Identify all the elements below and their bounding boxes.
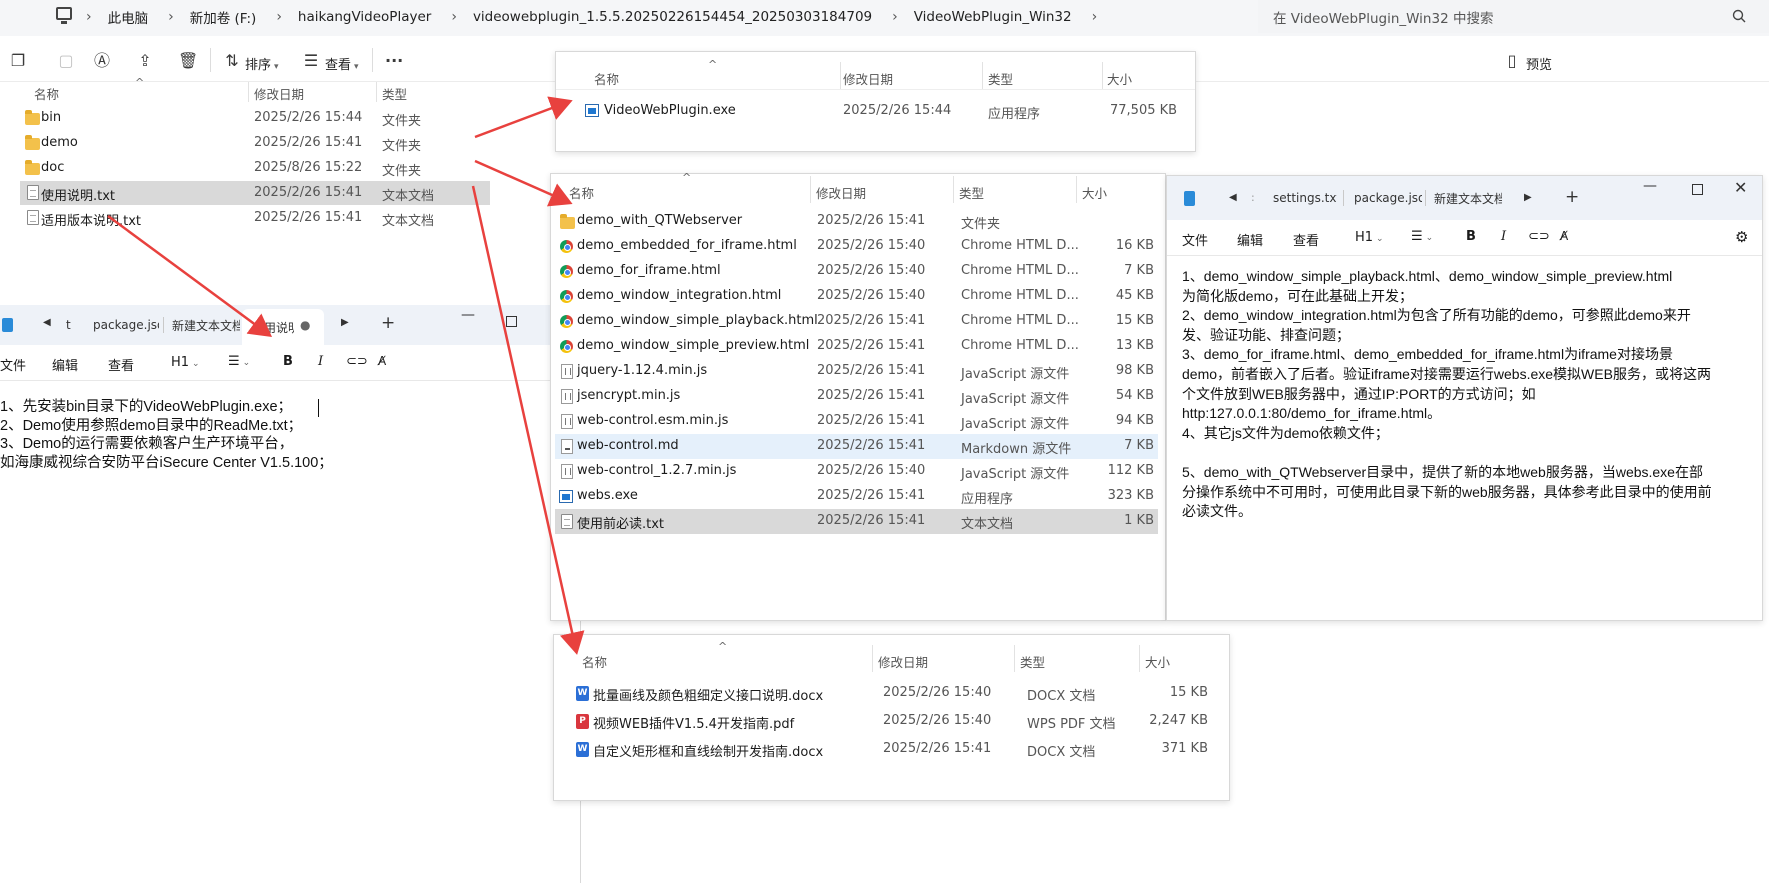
arrow-demo-to-list xyxy=(474,159,573,207)
arrow-bin-to-exe xyxy=(474,96,573,139)
arrow-usage-to-notepad xyxy=(107,214,273,337)
arrow-doc-to-list xyxy=(471,185,585,655)
annotation-arrows xyxy=(107,96,585,655)
